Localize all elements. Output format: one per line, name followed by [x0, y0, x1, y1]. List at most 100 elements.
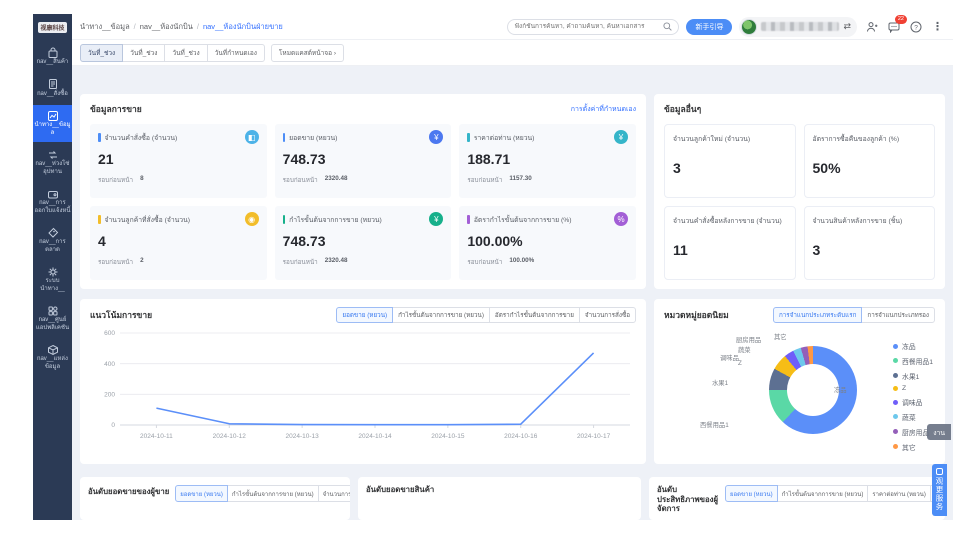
- top-header: นำทาง__ข้อมูล/nav__ห้องนักบิน/nav__ห้องน…: [72, 14, 953, 40]
- date-range-tab-4[interactable]: วันที่กำหนดเอง: [207, 44, 265, 62]
- rank3-metric-tab-2[interactable]: กำไรขั้นต้นจากการขาย (หยวน): [777, 485, 869, 502]
- rank-panel-2: อันดับยอดขายสินค้า: [358, 477, 641, 520]
- more-icon: ⋮: [932, 20, 943, 33]
- sidebar-item-label: nav__สินค้า: [34, 59, 71, 67]
- sales-stat-card-3[interactable]: ราคาต่อท่าน (หยวน)¥188.71รอบก่อนหน้า1157…: [459, 124, 636, 198]
- app-logo-text: 视康科技: [38, 22, 66, 33]
- stat-card-label: ยอดขาย (หยวน): [289, 132, 425, 143]
- stat-card-value: 748.73: [283, 151, 444, 167]
- sidebar-item-3[interactable]: นำทาง__ข้อมูล: [33, 105, 72, 142]
- date-range-tab-1[interactable]: วันที่_ช่วง: [80, 44, 123, 62]
- svg-text:0: 0: [111, 422, 115, 429]
- trend-metric-tab-3[interactable]: อัตรากำไรขั้นต้นจากการขาย: [489, 307, 580, 323]
- sidebar-item-4[interactable]: nav__ห่วงโซ่อุปทาน: [33, 144, 72, 181]
- previous-period-value: 2320.48: [325, 257, 348, 267]
- yen-stat-icon: ¥: [429, 130, 443, 144]
- sidebar-item-2[interactable]: nav__สั่งซื้อ: [33, 74, 72, 104]
- service-icon: [936, 468, 943, 475]
- donut-slice-label: 冻品: [834, 385, 847, 394]
- other-stat-card-2[interactable]: อัตราการซื้อคืนของลูกค้า (%)50%: [804, 124, 936, 198]
- service-edge-ribbon[interactable]: 观更服务: [932, 464, 947, 516]
- rank1-metric-tab-3[interactable]: จำนวนการสั่งซื้อ: [318, 485, 350, 502]
- legend-item[interactable]: 西餐用品1: [893, 356, 933, 366]
- stat-accent-bar: [467, 215, 470, 224]
- category-level-tab-1[interactable]: การจำแนกประเภทระดับแรก: [773, 307, 862, 323]
- avatar: [741, 19, 757, 35]
- user-stat-icon: ◉: [245, 212, 259, 226]
- custom-settings-link[interactable]: การตั้งค่าที่กำหนดเอง: [571, 104, 636, 115]
- help-button[interactable]: ?: [908, 19, 923, 34]
- previous-period-value: 2320.48: [325, 175, 348, 185]
- previous-period-label: รอบก่อนหน้า: [98, 175, 133, 185]
- task-edge-tab[interactable]: งาน: [927, 424, 951, 440]
- category-level-tab-2[interactable]: การจำแนกประเภทรอง: [861, 307, 935, 323]
- more-menu-button[interactable]: ⋮: [930, 19, 945, 34]
- sidebar-item-8[interactable]: nav__ศูนย์แอปพลิเคชัน: [33, 300, 72, 337]
- sidebar-item-7[interactable]: ระบบนำทาง__: [33, 261, 72, 298]
- messages-button[interactable]: 22: [886, 19, 901, 34]
- legend-item[interactable]: 冻品: [893, 341, 933, 351]
- rank1-metric-tab-1[interactable]: ยอดขาย (หยวน): [175, 485, 228, 502]
- sidebar-item-6[interactable]: nav__การตลาด: [33, 222, 72, 259]
- user-menu[interactable]: ⇄: [739, 17, 857, 37]
- legend-item[interactable]: 调味品: [893, 397, 933, 407]
- previous-period-label: รอบก่อนหน้า: [283, 175, 318, 185]
- sidebar-item-5[interactable]: nav__การออกใบแจ้งหนี้: [33, 183, 72, 220]
- other-stat-card-4[interactable]: จำนวนสินค้าหลังการขาย (ชิ้น)3: [804, 206, 936, 280]
- search-input[interactable]: [514, 23, 663, 30]
- rank3-metric-tab-1[interactable]: ยอดขาย (หยวน): [725, 485, 778, 502]
- global-search[interactable]: [507, 19, 679, 35]
- legend-item[interactable]: 水果1: [893, 371, 933, 381]
- chart-icon: [34, 109, 71, 122]
- legend-dot: [893, 373, 898, 378]
- donut-slice-label: 蔬菜: [738, 345, 751, 354]
- sidebar-item-label: nav__การตลาด: [34, 239, 71, 254]
- trend-metric-tab-2[interactable]: กำไรขั้นต้นจากการขาย (หยวน): [392, 307, 490, 323]
- legend-item[interactable]: Z: [893, 385, 933, 392]
- stat-card-value: 21: [98, 151, 259, 167]
- rank3-metric-tab-3[interactable]: ราคาต่อท่าน (หยวน): [867, 485, 931, 502]
- invite-user-button[interactable]: [864, 19, 879, 34]
- breadcrumb-item[interactable]: nav__ห้องนักบิน: [140, 21, 193, 33]
- legend-item[interactable]: 其它: [893, 442, 933, 452]
- newbie-guide-button[interactable]: 新手引导: [686, 19, 732, 35]
- app-window: 视康科技 nav__สินค้าnav__สั่งซื้อนำทาง__ข้อม…: [33, 14, 953, 520]
- yen-stat-icon: ¥: [429, 212, 443, 226]
- previous-period-value: 100.00%: [509, 257, 534, 267]
- order-icon: [34, 78, 71, 91]
- sidebar-item-label: นำทาง__ข้อมูล: [34, 122, 71, 137]
- sales-stat-card-4[interactable]: จำนวนลูกค้าที่สั่งซื้อ (จำนวน)◉4รอบก่อนห…: [90, 206, 267, 280]
- rank-panel-3: อันดับประสิทธิภาพของผู้จัดการยอดขาย (หยว…: [649, 477, 945, 520]
- other-stat-card-1[interactable]: จำนวนลูกค้าใหม่ (จำนวน)3: [664, 124, 796, 198]
- sales-stat-card-1[interactable]: จำนวนคำสั่งซื้อ (จำนวน)◧21รอบก่อนหน้า8: [90, 124, 267, 198]
- sidebar-item-9[interactable]: nav__แหล่งข้อมูล: [33, 339, 72, 376]
- sales-panel-title: ข้อมูลการขาย: [90, 102, 142, 116]
- other-stat-card-3[interactable]: จำนวนคำสั่งซื้อหลังการขาย (จำนวน)11: [664, 206, 796, 280]
- trend-metric-tab-4[interactable]: จำนวนการสั่งซื้อ: [579, 307, 636, 323]
- sidebar-item-label: nav__สั่งซื้อ: [34, 91, 71, 99]
- date-range-tab-3[interactable]: วันที่_ช่วง: [164, 44, 207, 62]
- previous-period-label: รอบก่อนหน้า: [283, 257, 318, 267]
- trend-metric-tab-1[interactable]: ยอดขาย (หยวน): [336, 307, 393, 323]
- svg-text:200: 200: [104, 392, 115, 399]
- breadcrumb-item[interactable]: nav__ห้องนักบินฝ่ายขาย: [203, 21, 283, 33]
- date-filter-bar: วันที่_ช่วงวันที่_ช่วงวันที่_ช่วงวันที่ก…: [72, 40, 953, 66]
- donut-slice-label: 其它: [774, 332, 787, 341]
- rank1-metric-tab-2[interactable]: กำไรขั้นต้นจากการขาย (หยวน): [227, 485, 319, 502]
- sales-stat-card-5[interactable]: กำไรขั้นต้นจากการขาย (หยวน)¥748.73รอบก่อ…: [275, 206, 452, 280]
- sidebar-item-1[interactable]: nav__สินค้า: [33, 42, 72, 72]
- stat-accent-bar: [283, 215, 286, 224]
- message-badge: 22: [895, 15, 907, 24]
- sales-stat-card-2[interactable]: ยอดขาย (หยวน) ¥748.73 รอบก่อนหน้า 2320.48: [275, 124, 452, 198]
- sales-stat-card-6[interactable]: อัตรากำไรขั้นต้นจากการขาย (%)%100.00%รอบ…: [459, 206, 636, 280]
- breadcrumb-item[interactable]: นำทาง__ข้อมูล: [80, 21, 130, 33]
- svg-text:2024-10-17: 2024-10-17: [577, 433, 611, 440]
- screen-cast-mode-button[interactable]: โหมดแคสต์หน้าจอ ›: [271, 44, 344, 62]
- date-range-tab-2[interactable]: วันที่_ช่วง: [122, 44, 165, 62]
- stat-card-previous: รอบก่อนหน้า 2320.48: [283, 175, 444, 185]
- app-logo[interactable]: 视康科技: [33, 14, 72, 40]
- svg-text:400: 400: [104, 361, 115, 368]
- rank-panel-1: อันดับยอดขายของผู้ขายยอดขาย (หยวน)กำไรขั…: [80, 477, 350, 520]
- legend-item[interactable]: 蔬菜: [893, 412, 933, 422]
- other-card-label: จำนวนสินค้าหลังการขาย (ชิ้น): [813, 215, 927, 226]
